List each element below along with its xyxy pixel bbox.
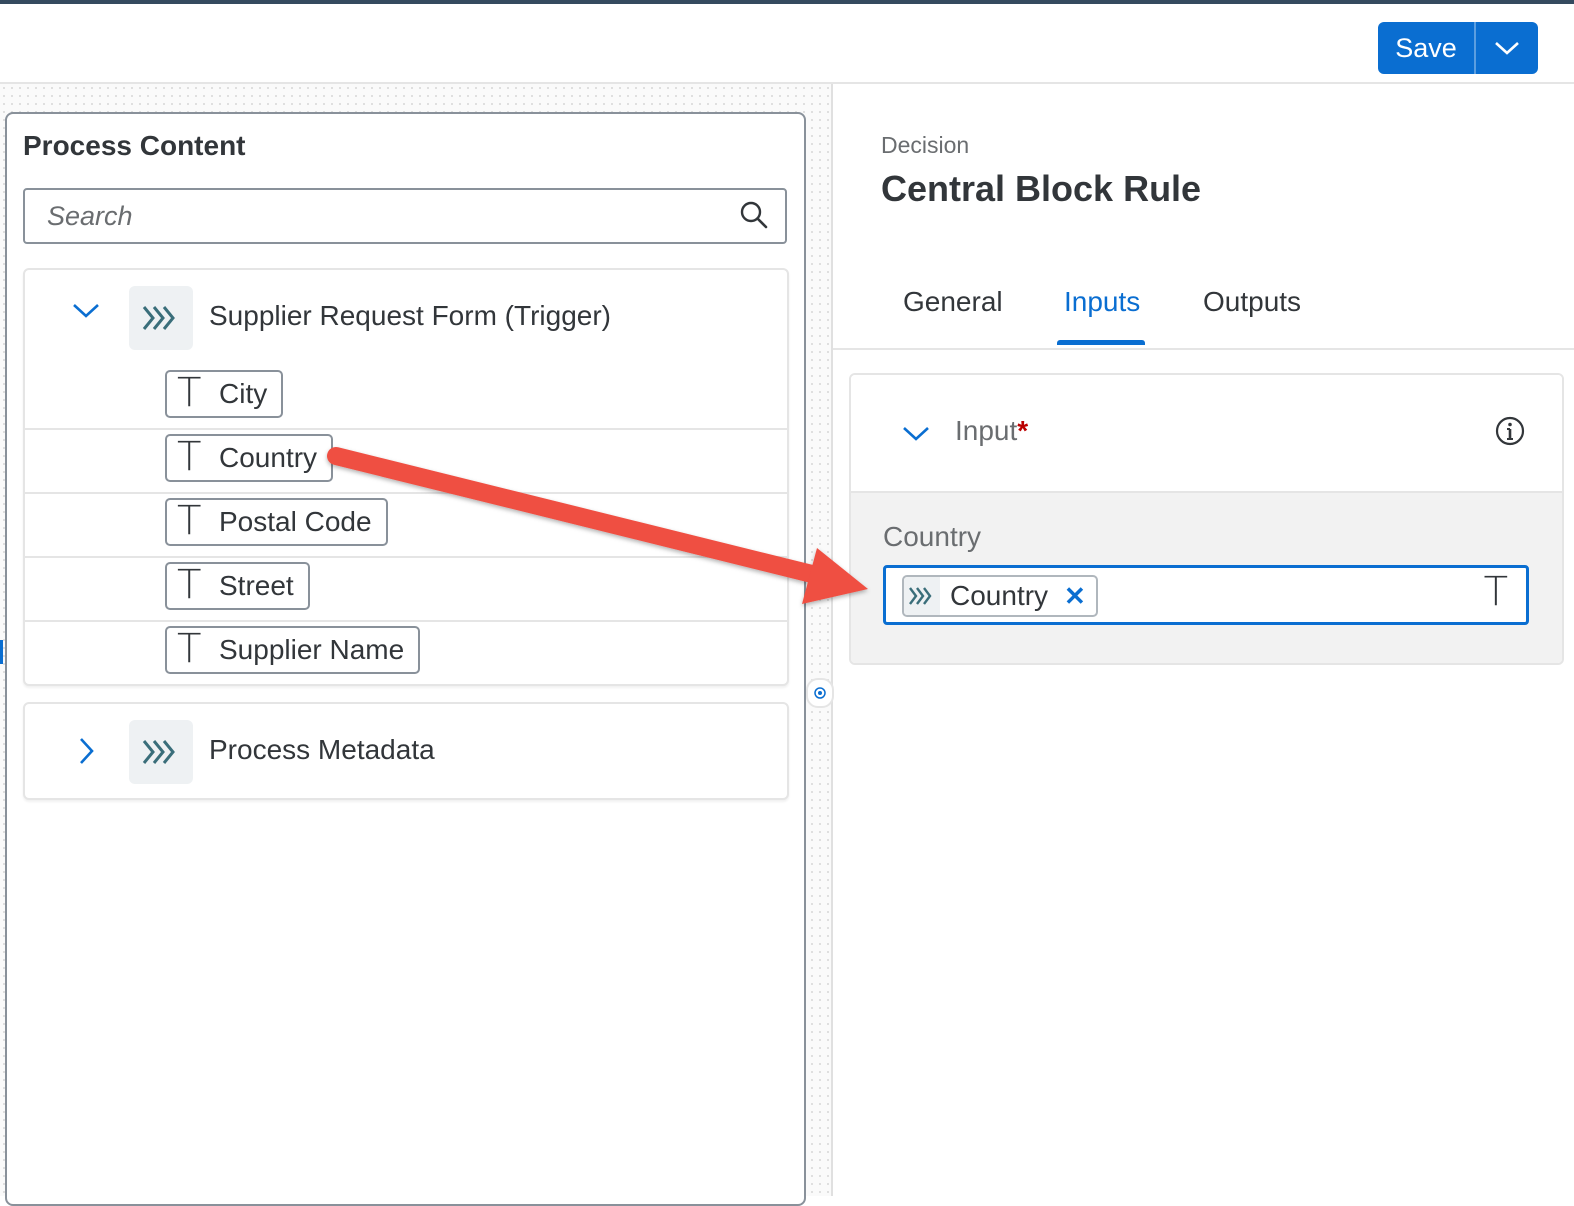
panel-divider[interactable] <box>831 84 833 1196</box>
field-chip-label: City <box>219 378 268 409</box>
tree-group-supplier-request-form: Supplier Request Form (Trigger) T City T… <box>23 268 789 686</box>
tab-general[interactable]: General <box>903 286 1003 318</box>
list-item: T Supplier Name <box>25 620 787 684</box>
tab-bar: General Inputs Outputs <box>833 270 1574 350</box>
tab-outputs[interactable]: Outputs <box>1203 286 1301 318</box>
field-chip-label: Supplier Name <box>219 634 405 665</box>
list-item: T Street <box>25 556 787 620</box>
list-item: T Country <box>25 428 787 492</box>
input-section-header[interactable]: Input* <box>851 375 1562 493</box>
search-input[interactable]: Search <box>23 188 787 244</box>
save-dropdown-button[interactable] <box>1474 22 1538 74</box>
field-chip-postal-code[interactable]: T Postal Code <box>165 498 388 546</box>
chevron-down-icon[interactable] <box>71 298 101 322</box>
process-content-panel: Process Content Search Supplier Request … <box>5 112 806 1206</box>
text-type-icon: T <box>177 626 202 672</box>
chevron-down-icon[interactable] <box>901 421 931 445</box>
text-type-icon: T <box>177 434 202 480</box>
country-token[interactable]: Country ✕ <box>902 575 1098 617</box>
field-chip-country[interactable]: T Country <box>165 434 334 482</box>
input-section-card: Input* Country Country ✕ T <box>849 373 1564 665</box>
input-section-label: Input* <box>955 415 1028 447</box>
text-type-icon: T <box>177 498 202 544</box>
tree-group-label: Process Metadata <box>209 734 435 765</box>
required-marker: * <box>1017 415 1029 446</box>
canvas-edge-marker <box>0 640 3 664</box>
resize-handle-icon <box>814 687 826 699</box>
field-chip-label: Street <box>219 570 294 601</box>
search-icon[interactable] <box>739 200 769 230</box>
close-icon[interactable]: ✕ <box>1064 583 1086 609</box>
header-toolbar: Save <box>0 4 1574 84</box>
text-type-icon: T <box>1483 569 1508 615</box>
text-type-icon: T <box>177 370 202 416</box>
search-placeholder: Search <box>47 201 133 231</box>
field-chip-label: Country <box>219 442 318 473</box>
text-type-icon: T <box>177 562 202 608</box>
active-tab-indicator <box>1057 340 1145 345</box>
save-button[interactable]: Save <box>1378 22 1474 74</box>
country-field-label: Country <box>883 521 982 552</box>
process-trigger-icon <box>904 577 940 615</box>
panel-resize-handle[interactable] <box>806 678 834 708</box>
tree-group-label: Supplier Request Form (Trigger) <box>209 300 611 331</box>
tree-group-header[interactable]: Process Metadata <box>25 704 787 796</box>
input-section-title: Input <box>955 415 1018 446</box>
field-chip-label: Postal Code <box>219 506 372 537</box>
tab-inputs[interactable]: Inputs <box>1064 286 1140 318</box>
process-trigger-icon <box>129 286 193 350</box>
panel-title: Process Content <box>23 130 246 161</box>
tree-group-header[interactable]: Supplier Request Form (Trigger) <box>25 270 787 362</box>
input-section-body: Country Country ✕ T <box>851 493 1562 663</box>
page-title: Central Block Rule <box>881 168 1202 209</box>
field-chip-street[interactable]: T Street <box>165 562 310 610</box>
tree-group-process-metadata: Process Metadata <box>23 702 789 800</box>
country-input-field[interactable]: Country ✕ T <box>883 565 1529 625</box>
decision-type-label: Decision <box>881 132 970 158</box>
list-item: T City <box>25 366 787 428</box>
token-label: Country <box>950 580 1049 611</box>
field-chip-city[interactable]: T City <box>165 370 284 418</box>
process-trigger-icon <box>129 720 193 784</box>
field-chip-supplier-name[interactable]: T Supplier Name <box>165 626 421 674</box>
list-item: T Postal Code <box>25 492 787 556</box>
save-button-group: Save <box>1378 22 1538 74</box>
chevron-down-icon <box>1495 42 1519 55</box>
info-icon[interactable] <box>1494 415 1526 447</box>
chevron-right-icon[interactable] <box>71 736 101 766</box>
